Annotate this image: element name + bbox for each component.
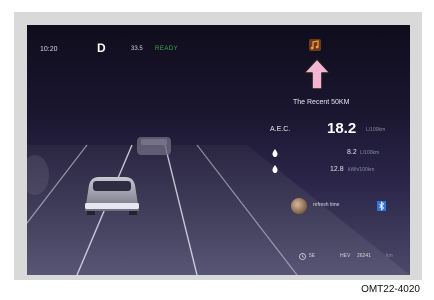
electric-consumption-value: 12.8 (330, 166, 344, 173)
odometer-value: 26241 (357, 253, 371, 259)
bottom-time: 5E (309, 253, 316, 259)
fuel-consumption-unit: L/100km (360, 150, 380, 156)
fuel-consumption-value: 8.2 (347, 149, 357, 156)
trip-panel-title: The Recent 50KM (293, 99, 350, 106)
electric-consumption-unit: kWh/100km (348, 167, 375, 173)
distant-vehicle (137, 137, 171, 155)
range-value: 33.5 (131, 46, 143, 52)
status-time: 10:20 (40, 46, 58, 53)
cluster-screen: 10:20 D 33.5 READY The Recent 50KM A.E.C… (27, 25, 410, 275)
aec-label: A.E.C. (270, 126, 291, 133)
own-vehicle (85, 177, 139, 215)
aec-unit: L/100km (366, 127, 386, 133)
aec-value: 18.2 (327, 120, 357, 137)
figure-code: OMT22-4020 (361, 284, 420, 295)
clock-icon (299, 253, 306, 260)
up-arrow-callout-icon (303, 58, 331, 90)
odometer-unit: km (386, 253, 393, 259)
music-note-icon (309, 39, 321, 51)
electric-drop-icon (272, 165, 278, 173)
bluetooth-icon (377, 201, 386, 211)
fuel-drop-icon (272, 149, 278, 157)
gear-indicator: D (97, 41, 106, 55)
ready-indicator: READY (155, 46, 179, 52)
track-name: refresh time (313, 202, 340, 208)
hev-mode-label: HEV (340, 253, 351, 259)
media-widget[interactable]: refresh time (289, 196, 395, 218)
album-art (291, 198, 307, 214)
